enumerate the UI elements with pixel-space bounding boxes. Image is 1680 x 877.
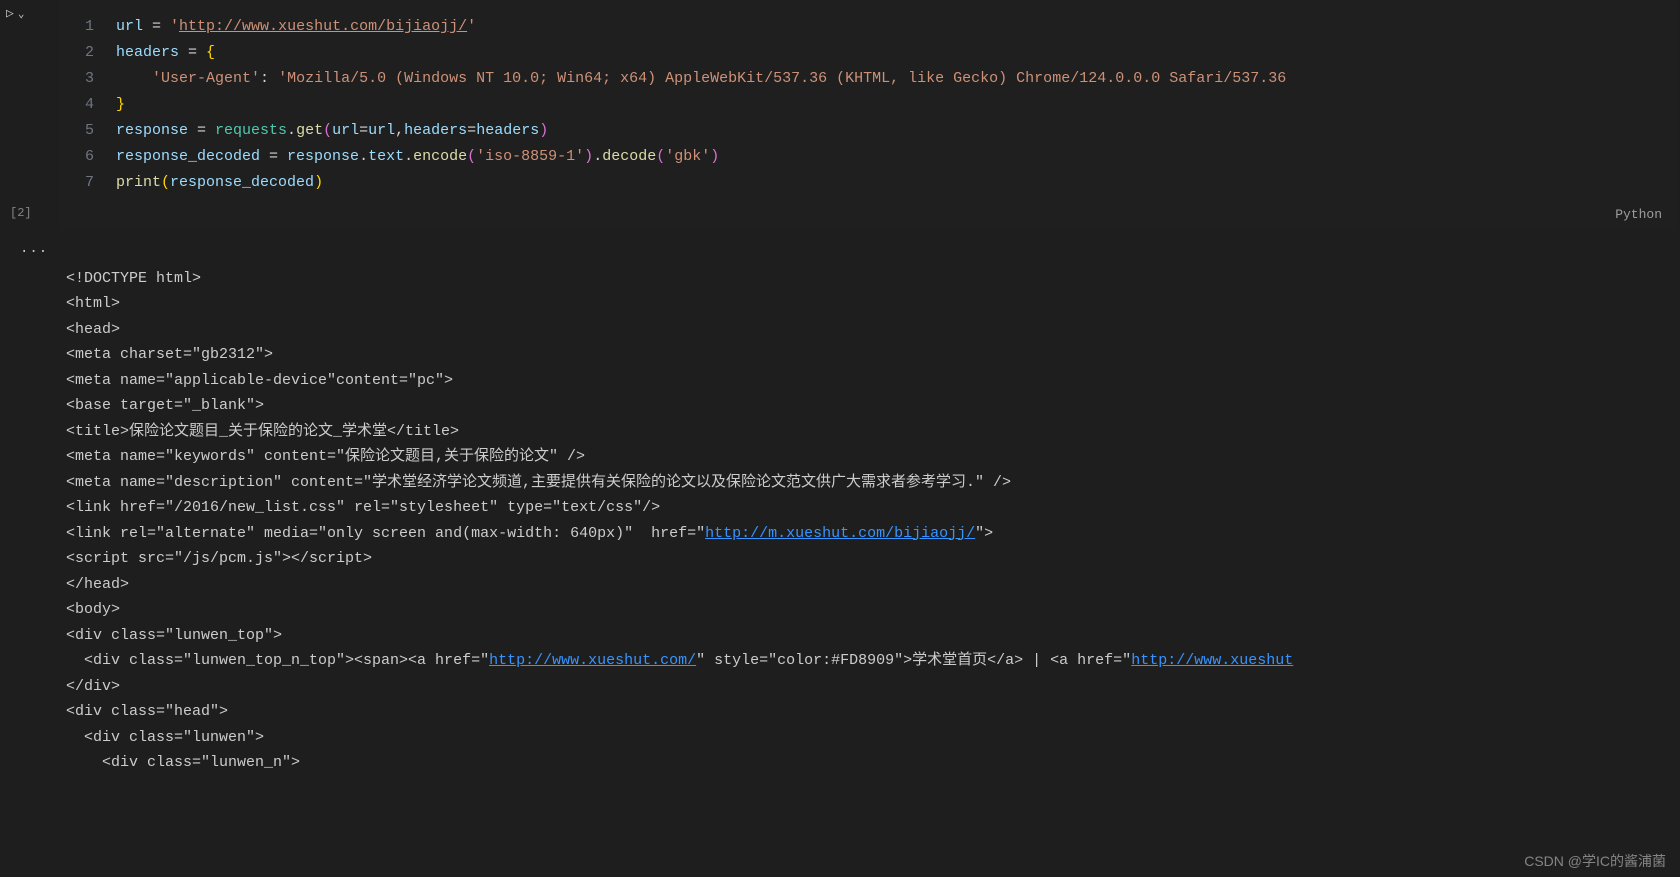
code-line: 5 response = requests.get(url=url,header…: [58, 118, 1678, 144]
output-line: <html>: [66, 295, 120, 312]
output-line: <meta name="keywords" content="保险论文题目,关于…: [66, 448, 585, 465]
code-line: 6 response_decoded = response.text.encod…: [58, 144, 1678, 170]
execution-count: [2]: [6, 206, 32, 230]
output-cell: ··· <!DOCTYPE html> <html> <head> <meta …: [0, 236, 1680, 776]
output-line: <div class="lunwen">: [66, 729, 264, 746]
output-line: <base target="_blank">: [66, 397, 264, 414]
code-line: 1 url = 'http://www.xueshut.com/bijiaojj…: [58, 14, 1678, 40]
code-cell: ▷ ⌄ 1 url = 'http://www.xueshut.com/biji…: [0, 0, 1680, 230]
output-line: </head>: [66, 576, 129, 593]
output-line: <head>: [66, 321, 120, 338]
language-label[interactable]: Python: [1615, 207, 1662, 222]
line-number: 6: [58, 144, 116, 170]
output-line: <div class="lunwen_n">: [66, 754, 300, 771]
output-gutter: ···: [0, 236, 58, 776]
output-line: <body>: [66, 601, 120, 618]
run-cell-icon[interactable]: ▷: [6, 6, 14, 21]
output-line: <div class="lunwen_top_n_top"><span><a h…: [66, 652, 1293, 669]
code-line: 4 }: [58, 92, 1678, 118]
output-line: <meta name="description" content="学术堂经济学…: [66, 474, 1011, 491]
line-number: 4: [58, 92, 116, 118]
chevron-down-icon[interactable]: ⌄: [18, 7, 25, 21]
line-number: 5: [58, 118, 116, 144]
output-line: <link href="/2016/new_list.css" rel="sty…: [66, 499, 660, 516]
line-number: 2: [58, 40, 116, 66]
output-link[interactable]: http://www.xueshut.com/: [489, 652, 696, 669]
ellipsis-icon[interactable]: ···: [20, 244, 48, 260]
output-line: <meta name="applicable-device"content="p…: [66, 372, 453, 389]
output-line: <!DOCTYPE html>: [66, 270, 201, 287]
code-editor[interactable]: 1 url = 'http://www.xueshut.com/bijiaojj…: [58, 0, 1678, 230]
output-line: <link rel="alternate" media="only screen…: [66, 525, 993, 542]
output-link[interactable]: http://www.xueshut: [1131, 652, 1293, 669]
output-line: <meta charset="gb2312">: [66, 346, 273, 363]
line-number: 3: [58, 66, 116, 92]
code-line: 3 'User-Agent': 'Mozilla/5.0 (Windows NT…: [58, 66, 1678, 92]
code-line: 2 headers = {: [58, 40, 1678, 66]
notebook: ▷ ⌄ 1 url = 'http://www.xueshut.com/biji…: [0, 0, 1680, 776]
output-line: <title>保险论文题目_关于保险的论文_学术堂</title>: [66, 423, 459, 440]
output-line: <div class="lunwen_top">: [66, 627, 282, 644]
line-number: 1: [58, 14, 116, 40]
line-number: 7: [58, 170, 116, 196]
output-line: <div class="head">: [66, 703, 228, 720]
watermark: CSDN @学IC的酱浦菌: [1524, 851, 1666, 871]
output-line: </div>: [66, 678, 120, 695]
cell-gutter: ▷ ⌄: [0, 0, 58, 230]
cell-output[interactable]: <!DOCTYPE html> <html> <head> <meta char…: [58, 236, 1680, 776]
output-link[interactable]: http://m.xueshut.com/bijiaojj/: [705, 525, 975, 542]
code-line: 7 print(response_decoded): [58, 170, 1678, 196]
output-line: <script src="/js/pcm.js"></script>: [66, 550, 372, 567]
